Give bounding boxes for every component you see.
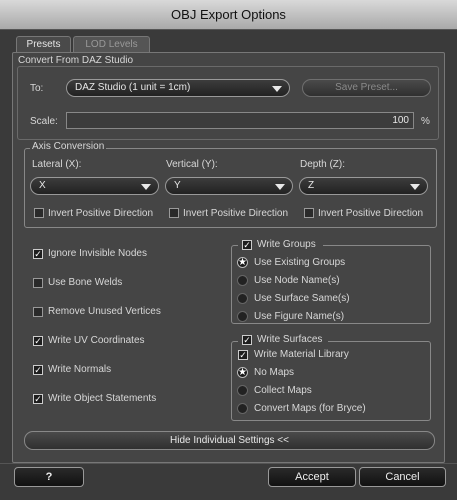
scale-input[interactable]: 100 — [66, 112, 414, 129]
use-figure-names-label: Use Figure Name(s) — [254, 311, 345, 322]
lateral-invert-checkbox[interactable] — [34, 208, 44, 218]
write-normals-checkbox[interactable]: ✓ — [33, 365, 43, 375]
write-groups-label: Write Groups — [257, 239, 316, 250]
ignore-invisible-nodes-checkbox[interactable]: ✓ — [33, 249, 43, 259]
help-icon: ? — [45, 471, 53, 483]
no-maps-radio[interactable]: ★ — [237, 367, 248, 378]
footer-divider — [0, 463, 457, 464]
write-groups-checkbox[interactable]: ✓ — [242, 240, 252, 250]
write-object-statements-label: Write Object Statements — [48, 393, 157, 404]
depth-label: Depth (Z): — [300, 159, 346, 170]
lateral-label: Lateral (X): — [32, 159, 82, 170]
vertical-value: Y — [174, 180, 181, 191]
scale-value: 100 — [392, 115, 409, 126]
vertical-invert-checkbox[interactable] — [169, 208, 179, 218]
use-node-names-radio[interactable] — [237, 275, 248, 286]
write-object-statements-checkbox[interactable]: ✓ — [33, 394, 43, 404]
use-surface-sames-label: Use Surface Same(s) — [254, 293, 350, 304]
vertical-label: Vertical (Y): — [166, 159, 218, 170]
chevron-down-icon — [272, 86, 282, 92]
hide-individual-settings-button[interactable]: Hide Individual Settings << — [24, 431, 435, 450]
remove-unused-vertices-checkbox[interactable] — [33, 307, 43, 317]
write-uv-coordinates-label: Write UV Coordinates — [48, 335, 145, 346]
save-preset-button[interactable]: Save Preset... — [302, 79, 431, 97]
depth-value: Z — [308, 180, 315, 191]
to-dropdown-value: DAZ Studio (1 unit = 1cm) — [75, 82, 191, 93]
collect-maps-label: Collect Maps — [254, 385, 312, 396]
use-bone-welds-label: Use Bone Welds — [48, 277, 123, 288]
use-node-names-label: Use Node Name(s) — [254, 275, 340, 286]
use-surface-sames-radio[interactable] — [237, 293, 248, 304]
ignore-invisible-nodes-label: Ignore Invisible Nodes — [48, 248, 147, 259]
accept-label: Accept — [295, 471, 329, 483]
scale-label: Scale: — [30, 116, 58, 127]
vertical-invert-label: Invert Positive Direction — [183, 208, 289, 219]
use-existing-groups-label: Use Existing Groups — [254, 257, 346, 268]
hide-individual-settings-label: Hide Individual Settings << — [170, 435, 289, 446]
scale-unit: % — [421, 116, 430, 127]
remove-unused-vertices-label: Remove Unused Vertices — [48, 306, 161, 317]
chevron-down-icon — [410, 184, 420, 190]
collect-maps-radio[interactable] — [237, 385, 248, 396]
convert-maps-label: Convert Maps (for Bryce) — [254, 403, 366, 414]
depth-invert-checkbox[interactable] — [304, 208, 314, 218]
to-dropdown[interactable]: DAZ Studio (1 unit = 1cm) — [66, 79, 290, 97]
use-figure-names-radio[interactable] — [237, 311, 248, 322]
save-preset-label: Save Preset... — [335, 82, 398, 93]
use-existing-groups-radio[interactable]: ★ — [237, 257, 248, 268]
lateral-invert-label: Invert Positive Direction — [48, 208, 154, 219]
cancel-label: Cancel — [385, 471, 420, 483]
axis-conversion-label: Axis Conversion — [30, 141, 107, 152]
convert-group-label: Convert From DAZ Studio — [18, 55, 134, 66]
window-title: OBJ Export Options — [171, 7, 286, 22]
accept-button[interactable]: Accept — [268, 467, 356, 487]
use-bone-welds-checkbox[interactable] — [33, 278, 43, 288]
vertical-dropdown[interactable]: Y — [165, 177, 293, 195]
convert-maps-radio[interactable] — [237, 403, 248, 414]
tab-presets[interactable]: Presets — [16, 36, 71, 53]
chevron-down-icon — [141, 184, 151, 190]
write-material-library-checkbox[interactable]: ✓ — [238, 350, 248, 360]
tab-lod-levels-label: LOD Levels — [85, 39, 138, 50]
write-surfaces-label: Write Surfaces — [257, 334, 323, 345]
title-bar: OBJ Export Options — [0, 0, 457, 30]
tab-lod-levels[interactable]: LOD Levels — [73, 36, 150, 53]
write-surfaces-checkbox[interactable]: ✓ — [242, 335, 252, 345]
write-uv-coordinates-checkbox[interactable]: ✓ — [33, 336, 43, 346]
chevron-down-icon — [275, 184, 285, 190]
to-label: To: — [30, 83, 44, 94]
depth-dropdown[interactable]: Z — [299, 177, 428, 195]
help-button[interactable]: ? — [14, 467, 84, 487]
write-material-library-label: Write Material Library — [254, 349, 349, 360]
depth-invert-label: Invert Positive Direction — [318, 208, 424, 219]
tab-presets-label: Presets — [26, 39, 61, 50]
cancel-button[interactable]: Cancel — [359, 467, 446, 487]
lateral-dropdown[interactable]: X — [30, 177, 159, 195]
no-maps-label: No Maps — [254, 367, 295, 378]
lateral-value: X — [39, 180, 46, 191]
write-normals-label: Write Normals — [48, 364, 112, 375]
